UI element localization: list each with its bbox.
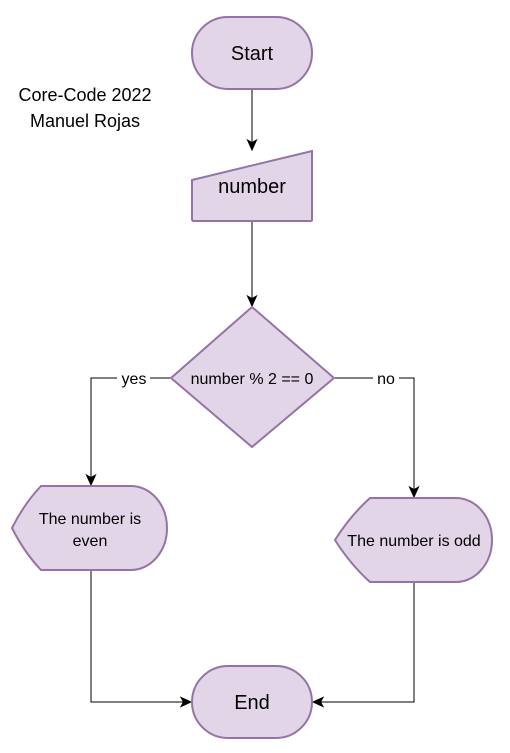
author-note-line2: Manuel Rojas	[30, 111, 140, 131]
input-label: number	[218, 176, 286, 198]
flowchart-diagram: Core-Code 2022 Manuel Rojas yes no Start…	[10, 16, 493, 739]
author-note-line1: Core-Code 2022	[18, 85, 151, 105]
edge-odd-to-end	[321, 582, 415, 703]
even-display-shape	[10, 485, 168, 571]
yes-edge-label: yes	[122, 371, 147, 388]
edge-decision-to-odd	[334, 377, 415, 489]
edge-decision-to-even	[90, 377, 171, 477]
decision-label: number % 2 == 0	[191, 371, 314, 388]
no-edge-label: no	[377, 371, 395, 388]
edge-even-to-end	[90, 569, 183, 703]
even-label-line2: even	[73, 533, 108, 550]
odd-label: The number is odd	[347, 533, 480, 550]
start-label: Start	[231, 43, 274, 65]
even-label-line1: The number is	[39, 511, 141, 528]
end-label: End	[234, 692, 270, 714]
